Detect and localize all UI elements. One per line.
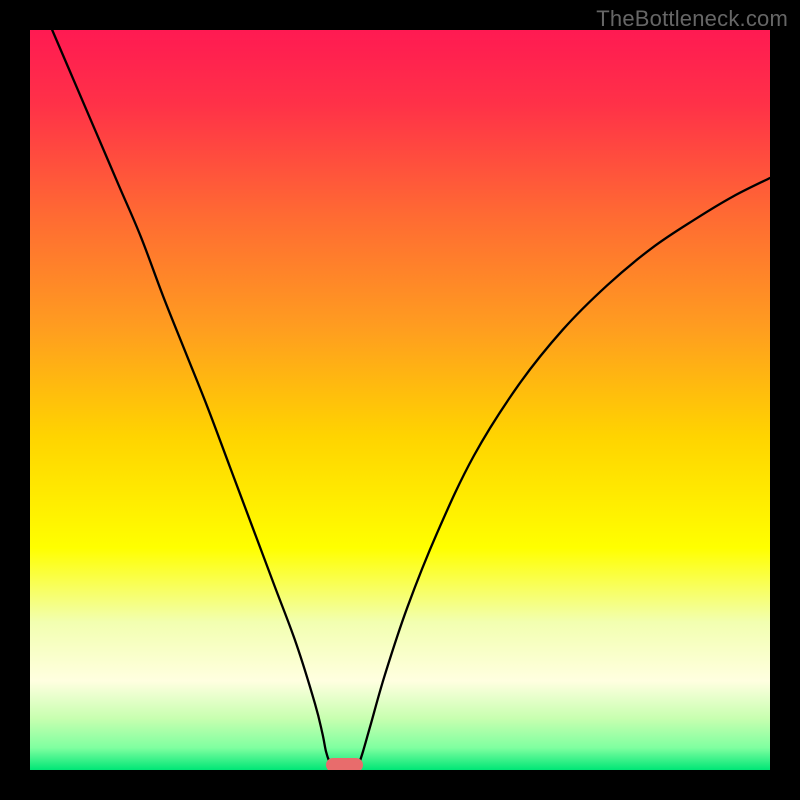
chart-frame (30, 30, 770, 770)
bottom-pill-marker (326, 758, 363, 770)
bottleneck-chart (30, 30, 770, 770)
gradient-background (30, 30, 770, 770)
watermark-text: TheBottleneck.com (596, 6, 788, 32)
